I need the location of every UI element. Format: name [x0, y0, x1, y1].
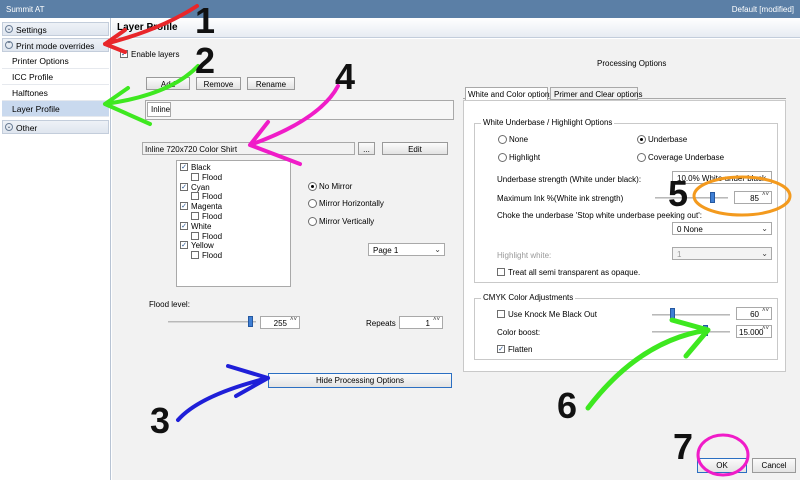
annotation-number-1: 1 [195, 0, 216, 41]
annotation-overlay [103, 4, 792, 477]
annotation-number-3: 3 [150, 400, 171, 441]
annotation-arrow-blue [176, 364, 270, 422]
annotation-number-7: 7 [673, 426, 694, 467]
annotation-arrow-red [103, 4, 199, 54]
annotation-number-4: 4 [335, 56, 356, 97]
annotation-arrow-magenta [248, 84, 340, 166]
annotation-circle-magenta [696, 433, 750, 477]
annotation-number-2: 2 [195, 40, 216, 81]
annotation-circle-orange [692, 175, 792, 217]
annotation-arrow-green-2 [103, 64, 200, 126]
annotation-arrow-green-6 [585, 317, 711, 411]
annotation-number-6: 6 [557, 385, 578, 426]
annotation-number-5: 5 [668, 173, 689, 214]
